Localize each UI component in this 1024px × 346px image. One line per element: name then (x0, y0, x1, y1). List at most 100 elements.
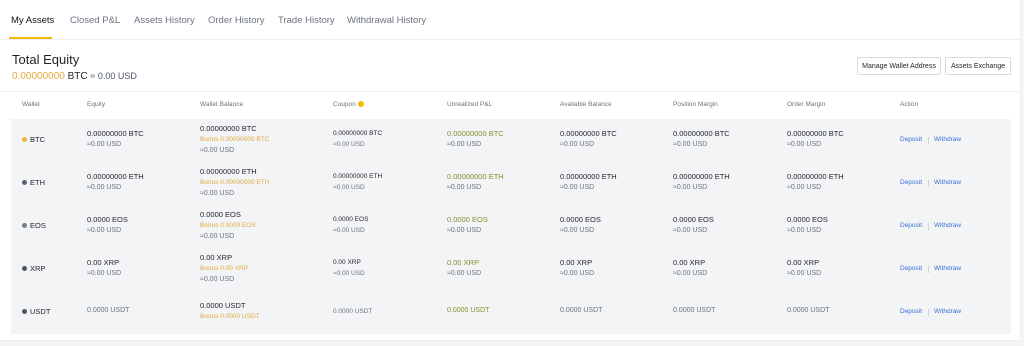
table-row: XRP 0.00 XRP ≈0.00 USD 0.00 XRP Bonus 0.00 X… (11, 248, 1011, 291)
wallet-balance-value: 0.00000000 ETH (200, 167, 257, 176)
wallet-balance-usd: ≈0.00 USD (200, 276, 235, 283)
total-equity-value: 0.00000000 BTC ≈ 0.00 USD (12, 71, 137, 82)
action-divider (928, 309, 929, 316)
order-margin-value: 0.0000 USDT (787, 307, 830, 314)
total-equity-usd: ≈ 0.00 USD (90, 71, 137, 81)
wallet-coin-name: EOS (30, 221, 46, 230)
position-margin-usd: ≈0.00 USD (673, 227, 708, 234)
withdraw-link[interactable]: Withdraw (934, 308, 961, 315)
available-balance-value: 0.00000000 BTC (560, 129, 617, 138)
header-wallet-balance: Wallet Balance (200, 101, 244, 108)
withdraw-link[interactable]: Withdraw (934, 136, 961, 143)
unrealized-pnl-value: 0.0000 EOS (447, 215, 488, 224)
unrealized-pnl-value: 0.00000000 ETH (447, 172, 504, 181)
total-equity-unit: BTC (67, 71, 88, 82)
wallet-coin-name: ETH (30, 178, 45, 187)
header-wallet: Wallet (22, 101, 40, 108)
header-position-margin: Position Margin (673, 101, 718, 108)
unrealized-pnl-value: 0.0000 USDT (447, 307, 490, 314)
table-row: ETH 0.00000000 ETH ≈0.00 USD 0.00000000 ETH… (11, 162, 1011, 205)
position-margin-usd: ≈0.00 USD (673, 270, 708, 277)
header-order-margin: Order Margin (787, 101, 826, 108)
header-unrealized-pnl: Unrealized P&L (447, 101, 493, 108)
manage-wallet-address-button[interactable]: Manage Wallet Address (857, 57, 941, 75)
table-row: EOS 0.0000 EOS ≈0.00 USD 0.0000 EOS Bonus 0.… (11, 205, 1011, 248)
available-balance-usd: ≈0.00 USD (560, 270, 595, 277)
wallet-balance-usd: ≈0.00 USD (200, 233, 235, 240)
equity-usd: ≈0.00 USD (87, 141, 122, 148)
coupon-usd: ≈0.00 USD (333, 141, 365, 148)
coupon-value: 0.0000 USDT (333, 308, 373, 315)
order-margin-usd: ≈0.00 USD (787, 184, 822, 191)
available-balance-usd: ≈0.00 USD (560, 184, 595, 191)
deposit-link[interactable]: Deposit (900, 265, 922, 272)
wallet-balance-value: 0.00 XRP (200, 253, 233, 262)
tab-order-history[interactable]: Order History (208, 15, 264, 26)
total-equity-title: Total Equity (12, 52, 80, 67)
equity-value: 0.00000000 BTC (87, 129, 144, 138)
position-margin-usd: ≈0.00 USD (673, 184, 708, 191)
order-margin-value: 0.00000000 ETH (787, 172, 844, 181)
wallet-bonus-value: Bonus 0.0000 USDT (200, 313, 260, 320)
deposit-link[interactable]: Deposit (900, 136, 922, 143)
wallet-bonus-value: Bonus 0.00000000 ETH (200, 179, 270, 186)
wallet-bonus-value: Bonus 0.00 XRP (200, 265, 249, 272)
wallet-coin-name: USDT (30, 307, 51, 316)
table-header: Wallet Equity Wallet Balance Coupon Unre… (0, 93, 1021, 119)
coupon-value: 0.0000 EOS (333, 216, 369, 223)
coupon-usd: ≈0.00 USD (333, 270, 365, 277)
header-equity: Equity (87, 101, 106, 108)
deposit-link[interactable]: Deposit (900, 222, 922, 229)
withdraw-link[interactable]: Withdraw (934, 265, 961, 272)
withdraw-link[interactable]: Withdraw (934, 179, 961, 186)
action-divider (928, 223, 929, 230)
tab-trade-history[interactable]: Trade History (278, 15, 335, 26)
position-margin-value: 0.00000000 BTC (673, 129, 730, 138)
coupon-usd: ≈0.00 USD (333, 227, 365, 234)
available-balance-value: 0.00 XRP (560, 258, 593, 267)
available-balance-value: 0.00000000 ETH (560, 172, 617, 181)
available-balance-usd: ≈0.00 USD (560, 141, 595, 148)
order-margin-value: 0.00000000 BTC (787, 129, 844, 138)
available-balance-value: 0.0000 USDT (560, 307, 603, 314)
tab-my-assets[interactable]: My Assets (11, 15, 54, 26)
coupon-value: 0.00 XRP (333, 259, 361, 266)
action-divider (928, 266, 929, 273)
order-margin-value: 0.00 XRP (787, 258, 820, 267)
coupon-info-icon[interactable] (357, 101, 364, 107)
position-margin-value: 0.0000 EOS (673, 215, 714, 224)
wallet-bonus-value: Bonus 0.00000000 BTC (200, 136, 270, 143)
equity-value: 0.0000 EOS (87, 215, 128, 224)
unrealized-pnl-usd: ≈0.00 USD (447, 184, 482, 191)
total-equity-btc: 0.00000000 (12, 71, 65, 82)
header-available-balance: Available Balance (560, 101, 612, 108)
table-row: BTC 0.00000000 BTC ≈0.00 USD 0.00000000 BTC… (11, 119, 1011, 162)
assets-exchange-button[interactable]: Assets Exchange (945, 57, 1011, 75)
coin-icon (22, 223, 27, 228)
order-margin-value: 0.0000 EOS (787, 215, 828, 224)
available-balance-value: 0.0000 EOS (560, 215, 601, 224)
action-divider (928, 180, 929, 187)
unrealized-pnl-usd: ≈0.00 USD (447, 270, 482, 277)
equity-usd: ≈0.00 USD (87, 184, 122, 191)
wallet-balance-value: 0.0000 USDT (200, 301, 246, 310)
unrealized-pnl-value: 0.00000000 BTC (447, 129, 504, 138)
header-action: Action (900, 101, 919, 108)
tab-bar: My Assets Closed P&L Assets History Orde… (0, 0, 1020, 40)
tab-closed-pnl[interactable]: Closed P&L (70, 15, 120, 26)
deposit-link[interactable]: Deposit (900, 308, 922, 315)
coupon-usd: ≈0.00 USD (333, 184, 365, 191)
wallet-bonus-value: Bonus 0.0000 EOS (200, 222, 256, 229)
tab-withdrawal-history[interactable]: Withdrawal History (347, 15, 426, 26)
action-divider (928, 137, 929, 144)
coin-icon (22, 137, 27, 142)
coin-icon (22, 266, 27, 271)
deposit-link[interactable]: Deposit (900, 179, 922, 186)
tab-assets-history[interactable]: Assets History (134, 15, 195, 26)
coupon-value: 0.00000000 BTC (333, 130, 383, 137)
position-margin-value: 0.00 XRP (673, 258, 706, 267)
withdraw-link[interactable]: Withdraw (934, 222, 961, 229)
equity-value: 0.0000 USDT (87, 307, 130, 314)
header-coupon-label: Coupon (333, 101, 356, 108)
assets-panel: My Assets Closed P&L Assets History Orde… (0, 0, 1021, 341)
